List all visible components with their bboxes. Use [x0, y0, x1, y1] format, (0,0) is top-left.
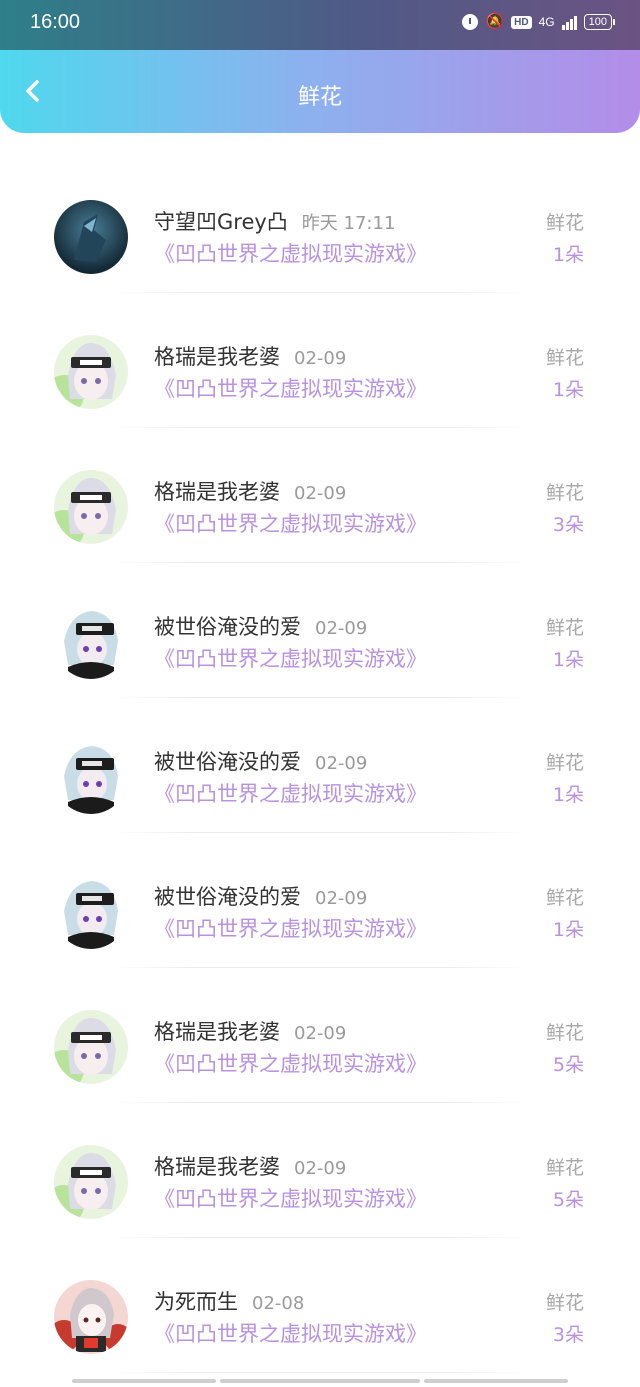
name-line: 为死而生 02-08: [154, 1286, 304, 1316]
book-title-link[interactable]: 《凹凸世界之虚拟现实游戏》: [154, 643, 427, 673]
avatar[interactable]: [54, 1145, 128, 1219]
gift-type: 鲜花: [545, 482, 584, 504]
record-time: 02-09: [315, 753, 368, 774]
flower-record-list: 守望凹Grey凸 昨天 17:11 《凹凸世界之虚拟现实游戏》 鲜花 1朵 格瑞是…: [0, 158, 640, 1373]
name-line: 格瑞是我老婆 02-09: [154, 1016, 346, 1046]
user-name[interactable]: 被世俗淹没的爱: [154, 750, 301, 774]
user-name[interactable]: 被世俗淹没的爱: [154, 885, 301, 909]
header-bar: 鲜花: [0, 50, 640, 133]
gift-type: 鲜花: [545, 1157, 584, 1179]
gift-count: 5朵: [552, 1054, 584, 1076]
gift-type: 鲜花: [545, 1292, 584, 1314]
name-line: 被世俗淹没的爱 02-09: [154, 881, 367, 911]
gift-type: 鲜花: [545, 212, 584, 234]
avatar[interactable]: [54, 470, 128, 544]
battery-icon: 100: [583, 14, 616, 30]
avatar[interactable]: [54, 740, 128, 814]
user-name[interactable]: 格瑞是我老婆: [154, 345, 280, 369]
list-item[interactable]: 守望凹Grey凸 昨天 17:11 《凹凸世界之虚拟现实游戏》 鲜花 1朵: [0, 158, 640, 293]
avatar[interactable]: [54, 1010, 128, 1084]
user-name[interactable]: 格瑞是我老婆: [154, 1020, 280, 1044]
avatar[interactable]: [54, 1280, 128, 1354]
gift-type: 鲜花: [545, 1022, 584, 1044]
list-item[interactable]: 被世俗淹没的爱 02-09 《凹凸世界之虚拟现实游戏》 鲜花 1朵: [0, 563, 640, 698]
book-title-link[interactable]: 《凹凸世界之虚拟现实游戏》: [154, 778, 427, 808]
avatar[interactable]: [54, 335, 128, 409]
list-item[interactable]: 格瑞是我老婆 02-09 《凹凸世界之虚拟现实游戏》 鲜花 1朵: [0, 293, 640, 428]
status-bar: 16:00 🔕 HD 4G 100: [0, 0, 640, 50]
avatar[interactable]: [54, 605, 128, 679]
user-name[interactable]: 被世俗淹没的爱: [154, 615, 301, 639]
record-time: 02-09: [315, 888, 368, 909]
list-item[interactable]: 被世俗淹没的爱 02-09 《凹凸世界之虚拟现实游戏》 鲜花 1朵: [0, 833, 640, 968]
gift-count: 1朵: [552, 244, 584, 266]
book-title-link[interactable]: 《凹凸世界之虚拟现实游戏》: [154, 1318, 427, 1348]
list-item[interactable]: 为死而生 02-08 《凹凸世界之虚拟现实游戏》 鲜花 3朵: [0, 1238, 640, 1373]
gift-type: 鲜花: [545, 752, 584, 774]
network-type: 4G: [538, 15, 555, 29]
name-line: 被世俗淹没的爱 02-09: [154, 611, 367, 641]
book-title-link[interactable]: 《凹凸世界之虚拟现实游戏》: [154, 238, 427, 268]
book-title-link[interactable]: 《凹凸世界之虚拟现实游戏》: [154, 373, 427, 403]
list-item[interactable]: 格瑞是我老婆 02-09 《凹凸世界之虚拟现实游戏》 鲜花 5朵: [0, 968, 640, 1103]
list-item[interactable]: 格瑞是我老婆 02-09 《凹凸世界之虚拟现实游戏》 鲜花 5朵: [0, 1103, 640, 1238]
book-title-link[interactable]: 《凹凸世界之虚拟现实游戏》: [154, 913, 427, 943]
record-time: 02-09: [315, 618, 368, 639]
hd-badge: HD: [511, 15, 532, 29]
gift-count: 5朵: [552, 1189, 584, 1211]
user-name[interactable]: 格瑞是我老婆: [154, 1155, 280, 1179]
list-item[interactable]: 格瑞是我老婆 02-09 《凹凸世界之虚拟现实游戏》 鲜花 3朵: [0, 428, 640, 563]
gift-count: 3朵: [552, 514, 584, 536]
gift-count: 3朵: [552, 1324, 584, 1346]
name-line: 格瑞是我老婆 02-09: [154, 1151, 346, 1181]
avatar[interactable]: [54, 200, 128, 274]
gift-count: 1朵: [552, 649, 584, 671]
signal-icon: [561, 14, 577, 30]
gift-count: 1朵: [552, 919, 584, 941]
name-line: 格瑞是我老婆 02-09: [154, 341, 346, 371]
gift-count: 1朵: [552, 784, 584, 806]
record-time: 昨天 17:11: [301, 213, 396, 234]
record-time: 02-09: [294, 348, 347, 369]
gift-count: 1朵: [552, 379, 584, 401]
book-title-link[interactable]: 《凹凸世界之虚拟现实游戏》: [154, 1048, 427, 1078]
status-icons: 🔕 HD 4G 100: [462, 13, 616, 30]
record-time: 02-09: [294, 1023, 347, 1044]
status-time: 16:00: [30, 11, 81, 33]
user-name[interactable]: 格瑞是我老婆: [154, 480, 280, 504]
list-item[interactable]: 被世俗淹没的爱 02-09 《凹凸世界之虚拟现实游戏》 鲜花 1朵: [0, 698, 640, 833]
avatar[interactable]: [54, 875, 128, 949]
page-title: 鲜花: [297, 85, 342, 110]
alarm-icon: [462, 14, 479, 30]
gift-type: 鲜花: [545, 887, 584, 909]
book-title-link[interactable]: 《凹凸世界之虚拟现实游戏》: [154, 1183, 427, 1213]
record-time: 02-09: [294, 483, 347, 504]
gift-type: 鲜花: [545, 617, 584, 639]
name-line: 被世俗淹没的爱 02-09: [154, 746, 367, 776]
scroll-indicator: [0, 1379, 640, 1385]
gift-type: 鲜花: [545, 347, 584, 369]
book-title-link[interactable]: 《凹凸世界之虚拟现实游戏》: [154, 508, 427, 538]
record-time: 02-08: [252, 1293, 305, 1314]
user-name[interactable]: 守望凹Grey凸: [154, 210, 288, 234]
name-line: 守望凹Grey凸 昨天 17:11: [154, 206, 395, 236]
name-line: 格瑞是我老婆 02-09: [154, 476, 346, 506]
user-name[interactable]: 为死而生: [154, 1290, 238, 1314]
bell-muted-icon: 🔕: [485, 13, 505, 30]
record-time: 02-09: [294, 1158, 347, 1179]
